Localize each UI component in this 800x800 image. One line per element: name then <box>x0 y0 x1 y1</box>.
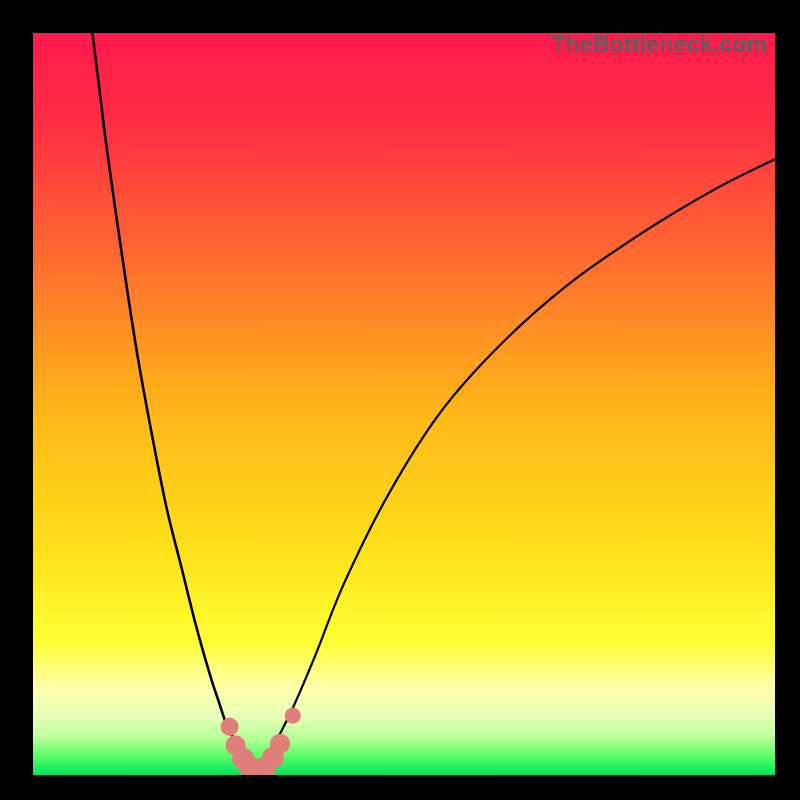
optimal-marker <box>270 734 290 754</box>
curve-left-curve <box>92 33 255 775</box>
watermark-text: TheBottleneck.com <box>551 33 767 58</box>
plot-area: TheBottleneck.com <box>33 33 775 775</box>
optimal-marker <box>285 708 301 724</box>
curve-layer <box>33 33 775 775</box>
chart-frame: TheBottleneck.com <box>0 0 800 800</box>
optimal-marker <box>221 718 239 736</box>
curve-right-curve <box>256 159 775 775</box>
